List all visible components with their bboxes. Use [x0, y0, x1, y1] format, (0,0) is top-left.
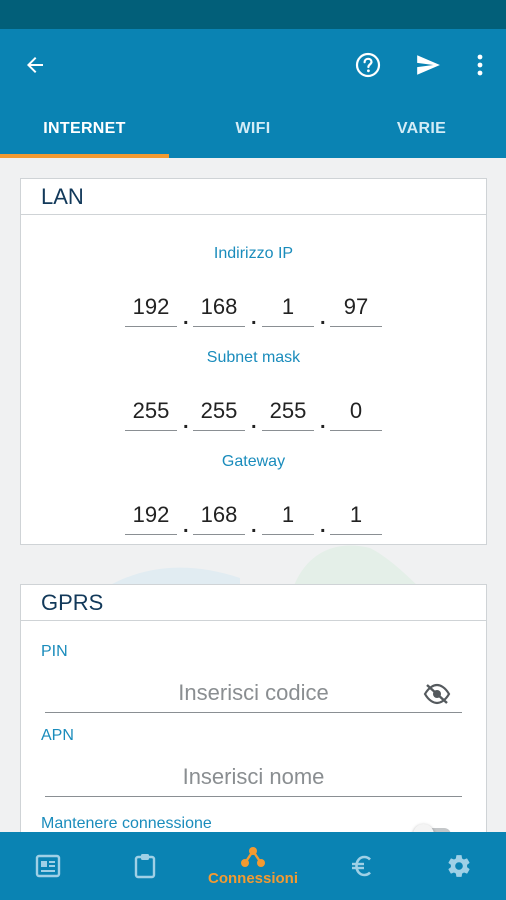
octet-separator: . — [320, 307, 326, 329]
more-vert-icon — [477, 54, 483, 76]
question-circle-icon — [355, 52, 381, 78]
eye-off-icon — [423, 683, 451, 705]
gprs-title: GPRS — [21, 585, 486, 621]
ip-octet-1[interactable] — [125, 287, 177, 327]
keep-connection-toggle[interactable] — [413, 823, 453, 832]
keep-connection-label: Mantenere connessione — [41, 815, 212, 832]
ip-octet-3[interactable] — [262, 287, 314, 327]
pin-input[interactable] — [45, 673, 462, 713]
content-scroll-area[interactable]: LAN Indirizzo IP . . . Subnet mask . . .… — [0, 158, 506, 832]
more-menu-button[interactable] — [462, 47, 498, 83]
nav-item-euro[interactable] — [322, 832, 402, 900]
octet-separator: . — [251, 411, 257, 433]
ip-address-label: Indirizzo IP — [213, 245, 294, 262]
subnet-octet-3[interactable] — [262, 391, 314, 431]
gateway-octet-2[interactable] — [193, 495, 245, 535]
arrow-left-icon — [27, 57, 43, 73]
nav-label-connessioni: Connessioni — [208, 869, 299, 887]
subnet-octet-4[interactable] — [330, 391, 382, 431]
nav-item-news[interactable] — [8, 832, 88, 900]
ip-octet-4[interactable] — [330, 287, 382, 327]
nav-item-settings[interactable] — [419, 832, 499, 900]
octet-separator: . — [251, 307, 257, 329]
nav-item-connessioni[interactable]: Connessioni — [208, 832, 298, 900]
octet-separator: . — [183, 515, 189, 537]
subnet-octet-2[interactable] — [193, 391, 245, 431]
apn-input[interactable] — [45, 757, 462, 797]
app-bar — [0, 29, 506, 100]
help-button[interactable] — [350, 47, 386, 83]
news-icon — [35, 854, 61, 878]
octet-separator: . — [183, 411, 189, 433]
toggle-thumb — [413, 824, 434, 832]
octet-separator: . — [251, 515, 257, 537]
subnet-mask-label: Subnet mask — [206, 349, 301, 366]
network-icon — [241, 846, 265, 867]
lan-title: LAN — [21, 179, 486, 215]
ip-address-row: . . . — [125, 287, 387, 329]
gateway-octet-1[interactable] — [125, 495, 177, 535]
tab-varie[interactable]: VARIE — [337, 100, 506, 158]
pin-label: PIN — [41, 643, 68, 660]
gateway-row: . . . — [125, 495, 387, 537]
subnet-octet-1[interactable] — [125, 391, 177, 431]
gear-icon — [448, 855, 470, 877]
gprs-card: GPRS PIN APN Mantenere connessione — [20, 584, 487, 832]
octet-separator: . — [320, 411, 326, 433]
octet-separator: . — [183, 307, 189, 329]
send-button[interactable] — [410, 47, 446, 83]
gateway-label: Gateway — [221, 453, 286, 470]
bottom-navigation: Connessioni — [0, 832, 506, 900]
pin-visibility-toggle[interactable] — [421, 681, 453, 707]
tab-bar: INTERNET WIFI VARIE — [0, 100, 506, 158]
gateway-octet-4[interactable] — [330, 495, 382, 535]
apn-label: APN — [41, 727, 74, 744]
gateway-octet-3[interactable] — [262, 495, 314, 535]
euro-icon — [352, 855, 371, 877]
status-bar — [0, 0, 506, 29]
tab-wifi[interactable]: WIFI — [169, 100, 337, 158]
subnet-mask-row: . . . — [125, 391, 387, 433]
clipboard-icon — [134, 854, 156, 879]
send-icon — [417, 55, 440, 75]
back-button[interactable] — [17, 47, 53, 83]
tab-internet[interactable]: INTERNET — [0, 100, 169, 158]
ip-octet-2[interactable] — [193, 287, 245, 327]
octet-separator: . — [320, 515, 326, 537]
lan-card: LAN Indirizzo IP . . . Subnet mask . . .… — [20, 178, 487, 545]
nav-item-clipboard[interactable] — [105, 832, 185, 900]
